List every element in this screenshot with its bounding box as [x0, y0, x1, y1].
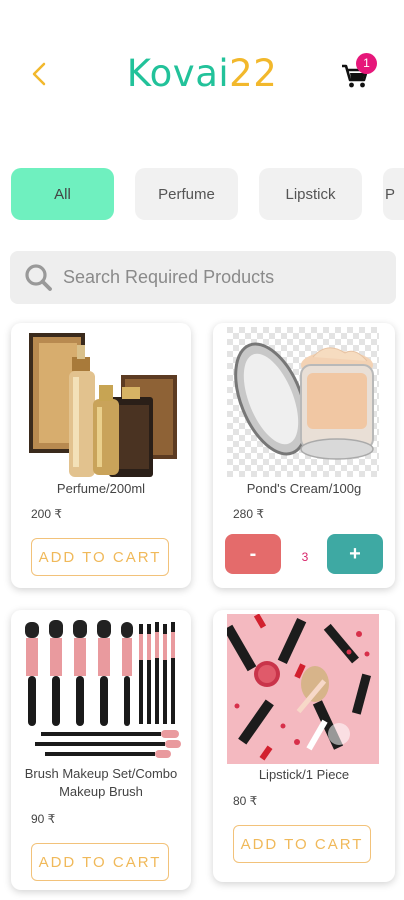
product-card-lipstick[interactable]: Lipstick/1 Piece 80 ₹ ADD TO CART	[213, 610, 395, 882]
product-card-brush-set[interactable]: Brush Makeup Set/Combo Makeup Brush 90 ₹…	[11, 610, 191, 890]
product-card-perfume[interactable]: Perfume/200ml 200 ₹ ADD TO CART	[11, 323, 191, 588]
add-to-cart-button[interactable]: ADD TO CART	[233, 825, 371, 863]
add-to-cart-button[interactable]: ADD TO CART	[31, 843, 169, 881]
increase-quantity-button[interactable]: +	[327, 534, 383, 574]
logo-text-primary: Kovai	[126, 52, 230, 95]
product-price: 90 ₹	[31, 812, 56, 826]
category-chip-partial[interactable]: P	[383, 168, 404, 220]
product-image-brush-set	[15, 614, 187, 764]
category-chip-lipstick[interactable]: Lipstick	[259, 168, 362, 220]
search-input[interactable]	[63, 267, 363, 288]
logo-text-secondary: 22	[229, 52, 278, 95]
product-name: Pond's Cream/100g	[246, 481, 362, 496]
product-name: Perfume/200ml	[56, 481, 146, 496]
product-name: Lipstick/1 Piece	[258, 767, 350, 782]
search-icon	[25, 263, 52, 291]
product-price: 80 ₹	[233, 794, 258, 808]
decrease-quantity-button[interactable]: -	[225, 534, 281, 574]
product-name: Brush Makeup Set/Combo Makeup Brush	[24, 766, 178, 799]
product-price: 280 ₹	[233, 507, 264, 521]
product-image-perfume	[25, 327, 177, 477]
search-bar	[10, 251, 396, 304]
cart-count-badge: 1	[356, 53, 377, 74]
app-header: Kovai22 1	[0, 0, 404, 140]
category-chip-all[interactable]: All	[11, 168, 114, 220]
product-image-ponds-cream	[227, 327, 379, 477]
product-price: 200 ₹	[31, 507, 62, 521]
product-card-ponds-cream[interactable]: Pond's Cream/100g 280 ₹ - 3 +	[213, 323, 395, 588]
category-chip-perfume[interactable]: Perfume	[135, 168, 238, 220]
product-image-lipstick	[227, 614, 379, 764]
add-to-cart-button[interactable]: ADD TO CART	[31, 538, 169, 576]
quantity-value: 3	[301, 550, 309, 564]
category-tabs: All Perfume Lipstick P	[0, 168, 404, 222]
